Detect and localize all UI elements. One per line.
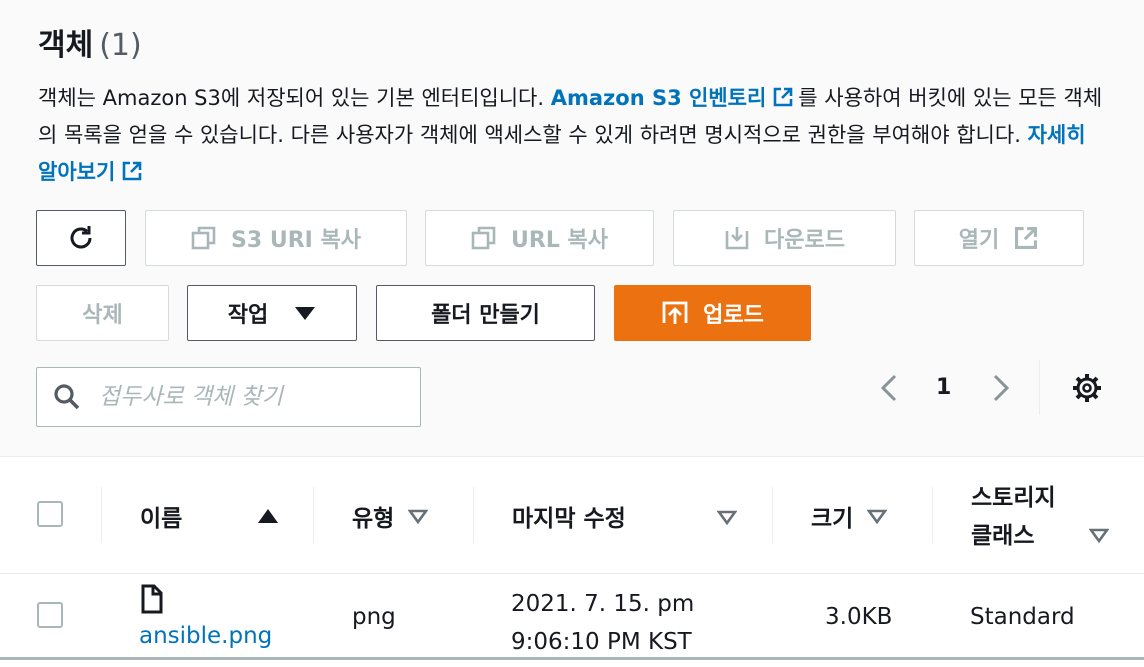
search-box[interactable] (36, 367, 421, 427)
pagination-divider (1039, 360, 1040, 415)
download-icon (725, 227, 749, 250)
sort-ascending-icon[interactable] (257, 508, 279, 524)
search-icon (54, 384, 80, 410)
object-modified-time: 9:06:10 PM KST (511, 629, 692, 655)
create-folder-label: 폴더 만들기 (431, 303, 540, 328)
search-input[interactable] (99, 384, 399, 410)
column-header-modified-label: 마지막 수정 (512, 506, 626, 532)
select-all-checkbox[interactable] (37, 501, 63, 527)
table-header: 이름 유형 마지막 수정 크기 스토리지 클래스 (0, 457, 1144, 574)
object-modified: 2021. 7. 15. pm 9:06:10 PM KST (511, 585, 694, 661)
copy-icon (191, 226, 216, 250)
column-header-modified[interactable]: 마지막 수정 (512, 499, 626, 533)
page-title: 객체 (1) (38, 20, 142, 64)
object-modified-date: 2021. 7. 15. pm (511, 591, 695, 617)
sort-icon (867, 509, 888, 524)
object-count: (1) (99, 28, 142, 63)
external-link-icon (1015, 227, 1038, 249)
download-button[interactable]: 다운로드 (673, 210, 896, 266)
actions-label: 작업 (227, 303, 269, 328)
column-divider (473, 487, 474, 543)
column-header-size-label: 크기 (811, 506, 854, 532)
object-name-link[interactable]: ansible.png (139, 623, 272, 649)
objects-panel: 객체 (1) 객체는 Amazon S3에 저장되어 있는 기본 엔터티입니다. … (0, 0, 1144, 667)
column-header-storage-label-1: 스토리지 (971, 485, 1056, 511)
sort-icon[interactable] (1089, 527, 1109, 543)
title-text: 객체 (38, 28, 94, 63)
column-header-name-label: 이름 (140, 506, 183, 532)
column-divider (101, 487, 102, 543)
column-header-name[interactable]: 이름 (140, 499, 182, 533)
column-header-size[interactable]: 크기 (811, 499, 888, 533)
external-link-icon (773, 87, 793, 107)
row-checkbox[interactable] (37, 602, 63, 628)
column-header-storage-class[interactable]: 스토리지 클래스 (971, 479, 1056, 555)
gear-icon[interactable] (1071, 372, 1103, 404)
create-folder-button[interactable]: 폴더 만들기 (376, 285, 595, 341)
delete-button[interactable]: 삭제 (36, 285, 169, 341)
refresh-button[interactable] (36, 210, 126, 266)
upload-label: 업로드 (703, 303, 764, 328)
current-page[interactable]: 1 (936, 375, 951, 400)
download-label: 다운로드 (764, 228, 845, 253)
copy-url-label: URL 복사 (511, 228, 608, 253)
description-text-1: 객체는 Amazon S3에 저장되어 있는 기본 엔터티입니다. (38, 86, 545, 110)
caret-down-icon (295, 307, 316, 320)
upload-icon (662, 301, 688, 324)
copy-s3-uri-label: S3 URI 복사 (231, 228, 361, 253)
open-label: 열기 (958, 228, 1000, 253)
inventory-link[interactable]: Amazon S3 인벤토리 (551, 86, 799, 110)
column-divider (932, 487, 933, 543)
copy-url-button[interactable]: URL 복사 (425, 210, 654, 266)
next-page-icon[interactable] (988, 372, 1014, 404)
column-header-type-label: 유형 (352, 506, 395, 532)
column-header-type[interactable]: 유형 (352, 499, 429, 533)
refresh-icon (70, 226, 92, 249)
column-header-storage-label-2: 클래스 (971, 523, 1035, 549)
table-bottom-border (0, 657, 1144, 660)
previous-page-icon[interactable] (876, 372, 902, 404)
object-storage-class: Standard (970, 604, 1075, 630)
copy-icon (471, 226, 496, 250)
column-divider (313, 487, 314, 543)
actions-dropdown[interactable]: 작업 (187, 285, 357, 341)
sort-icon (408, 509, 429, 524)
object-size: 3.0KB (825, 604, 893, 630)
delete-label: 삭제 (82, 303, 123, 328)
sort-icon[interactable] (717, 509, 737, 525)
copy-s3-uri-button[interactable]: S3 URI 복사 (145, 210, 407, 266)
object-type: png (352, 604, 396, 630)
upload-button[interactable]: 업로드 (614, 285, 811, 341)
description: 객체는 Amazon S3에 저장되어 있는 기본 엔터티입니다. Amazon… (38, 80, 1108, 191)
objects-table: 이름 유형 마지막 수정 크기 스토리지 클래스 ansible.png png… (0, 456, 1144, 667)
column-divider (772, 487, 773, 543)
open-button[interactable]: 열기 (914, 210, 1084, 266)
file-icon (141, 584, 163, 614)
external-link-icon (122, 161, 142, 181)
